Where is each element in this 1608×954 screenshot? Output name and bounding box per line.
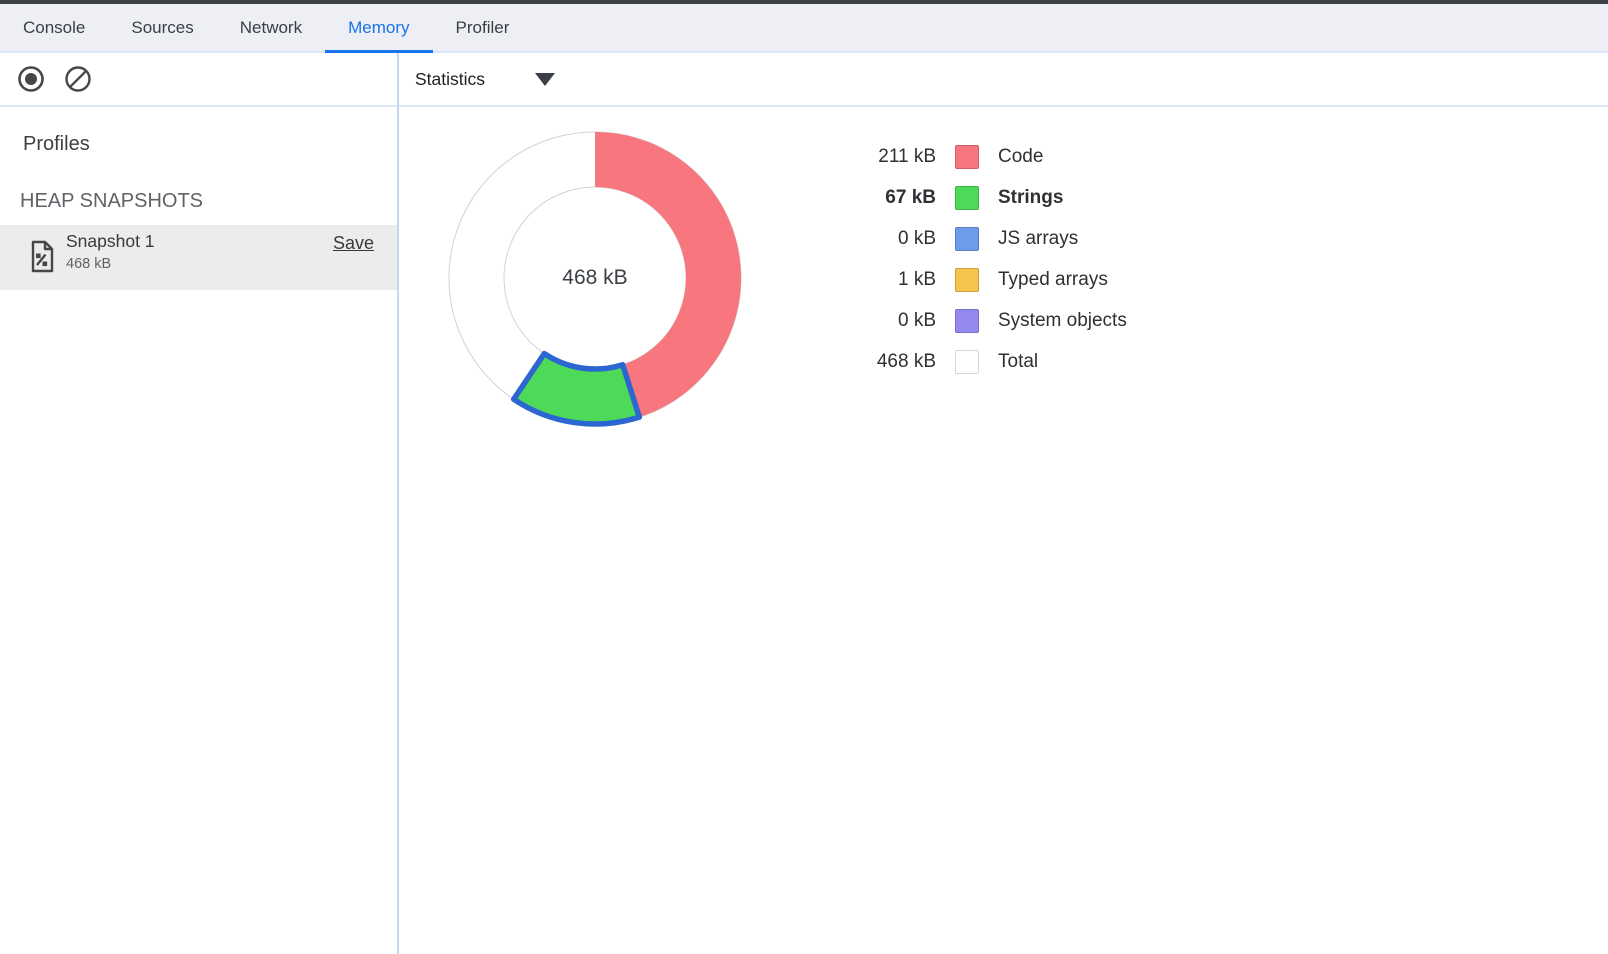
legend-swatch-icon — [955, 145, 979, 169]
legend-value: 0 kB — [852, 228, 936, 250]
legend-label: Total — [998, 351, 1038, 373]
heap-snapshot-file-icon — [29, 240, 56, 278]
save-snapshot-link[interactable]: Save — [333, 233, 374, 254]
statistics-view: 468 kB 211 kB Code 67 kB Strings 0 kB JS arra… — [399, 107, 1608, 954]
tab-console[interactable]: Console — [0, 4, 108, 51]
legend-label: Typed arrays — [998, 269, 1108, 291]
legend-swatch-icon — [955, 227, 979, 251]
snapshot-size: 468 kB — [66, 256, 111, 272]
dropdown-triangle-icon — [535, 73, 555, 86]
perspective-select-value: Statistics — [415, 69, 485, 90]
tab-network[interactable]: Network — [217, 4, 325, 51]
legend-swatch-icon — [955, 309, 979, 333]
panel-tabbar: ConsoleSourcesNetworkMemoryProfiler — [0, 4, 1608, 53]
snapshot-title: Snapshot 1 — [66, 231, 155, 252]
sidebar-item-snapshot-1[interactable]: Snapshot 1 468 kB Save — [0, 225, 397, 290]
legend-value: 211 kB — [852, 146, 936, 168]
clear-profiles-button[interactable] — [63, 64, 93, 94]
panel-split-divider[interactable] — [397, 53, 399, 954]
profiles-heading: Profiles — [23, 133, 90, 156]
legend-label: Code — [998, 146, 1043, 168]
legend-row-js-arrays: 0 kB JS arrays — [852, 218, 1127, 259]
clear-icon — [63, 82, 93, 97]
donut-center-total: 468 kB — [495, 263, 695, 293]
record-icon — [16, 82, 46, 97]
legend-row-code: 211 kB Code — [852, 136, 1127, 177]
tab-sources[interactable]: Sources — [108, 4, 216, 51]
chart-legend: 211 kB Code 67 kB Strings 0 kB JS arrays 1 kB T… — [852, 136, 1127, 382]
legend-label: Strings — [998, 187, 1063, 209]
legend-swatch-icon — [955, 186, 979, 210]
legend-row-system-objects: 0 kB System objects — [852, 300, 1127, 341]
perspective-select[interactable]: Statistics — [415, 53, 555, 105]
profiles-sidebar: Profiles HEAP SNAPSHOTS Snapshot 1 468 k… — [0, 107, 397, 954]
devtools-window: ConsoleSourcesNetworkMemoryProfiler Stat… — [0, 0, 1608, 954]
legend-value: 0 kB — [852, 310, 936, 332]
legend-swatch-icon — [955, 350, 979, 374]
legend-row-total: 468 kB Total — [852, 341, 1127, 382]
record-heap-snapshot-button[interactable] — [16, 64, 46, 94]
legend-swatch-icon — [955, 268, 979, 292]
legend-label: JS arrays — [998, 228, 1078, 250]
legend-value: 468 kB — [852, 351, 936, 373]
heap-snapshots-section-heading: HEAP SNAPSHOTS — [20, 190, 203, 213]
legend-value: 1 kB — [852, 269, 936, 291]
legend-row-typed-arrays: 1 kB Typed arrays — [852, 259, 1127, 300]
tab-memory[interactable]: Memory — [325, 4, 432, 51]
legend-label: System objects — [998, 310, 1127, 332]
tab-profiler[interactable]: Profiler — [433, 4, 533, 51]
legend-row-strings: 67 kB Strings — [852, 177, 1127, 218]
toolbar: Statistics — [0, 53, 1608, 107]
legend-value: 67 kB — [852, 187, 936, 209]
chart-segment-strings[interactable] — [514, 354, 640, 424]
